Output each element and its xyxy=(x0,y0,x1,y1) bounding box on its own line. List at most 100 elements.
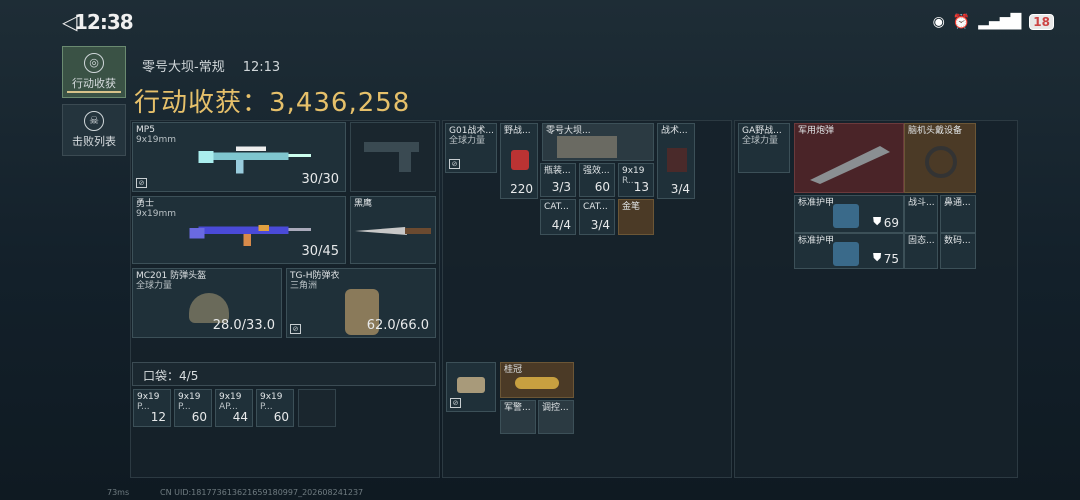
uid: CN UID:181773613621659180997_20260824123… xyxy=(160,488,364,497)
item-sub: 全球力量 xyxy=(742,136,779,146)
pocket-item[interactable]: 9x19 P... 12 xyxy=(133,389,171,427)
item-name: 强效... xyxy=(583,166,610,176)
item-count: 60 xyxy=(594,180,610,194)
tab-kills[interactable]: ☠ 击败列表 xyxy=(62,104,126,156)
item-count: 3/3 xyxy=(551,180,571,194)
shield-icon: ⛊ xyxy=(873,215,882,228)
item-sub: 三角洲 xyxy=(290,281,318,291)
ping: 73ms xyxy=(107,488,130,497)
inventory-item[interactable]: 标准护甲 ⛊ 69 xyxy=(794,195,904,233)
item-count: 4/4 xyxy=(551,218,571,232)
inventory-item[interactable]: 战斗... xyxy=(904,195,938,233)
item-sub: P... xyxy=(178,402,191,412)
clock: 12:38 xyxy=(74,10,134,34)
primary-weapon-slot[interactable]: MP5 9x19mm ⊘ 30/30 xyxy=(132,122,346,192)
item-sub: 全球力量 xyxy=(449,136,486,146)
item-name: 标准护甲 xyxy=(798,198,835,208)
lock-icon: ⊘ xyxy=(136,178,147,188)
inventory-item[interactable]: 数码... xyxy=(940,233,976,269)
case-icon xyxy=(457,377,485,393)
inventory-item[interactable]: CAT... 4/4 xyxy=(540,199,576,235)
inventory-item[interactable]: CAT... 3/4 xyxy=(579,199,615,235)
item-name: 调控... xyxy=(542,403,569,413)
bag-icon xyxy=(667,148,687,172)
pocket-item[interactable]: 9x19 AP... 44 xyxy=(215,389,253,427)
melee-slot[interactable]: 黑鹰 xyxy=(350,196,436,264)
duration: 12:13 xyxy=(242,60,281,75)
status-icons: ◉ ⏰ ▂▄▆█ 18 xyxy=(933,14,1054,30)
item-count: 69 xyxy=(883,216,899,230)
item-name: 军用炮弹 xyxy=(798,126,835,136)
item-count: 220 xyxy=(510,182,533,196)
lock-icon: ⊘ xyxy=(290,324,301,334)
item-name: 固态... xyxy=(908,236,935,246)
pocket-item[interactable]: 9x19 P... 60 xyxy=(174,389,212,427)
pocket-item[interactable]: 9x19 P... 60 xyxy=(256,389,294,427)
item-name: 黑鹰 xyxy=(354,199,373,209)
inventory-item[interactable]: 强效... 60 xyxy=(579,163,615,197)
item-name: CAT... xyxy=(583,202,608,212)
shell-icon xyxy=(810,146,890,184)
inventory-item[interactable]: 9x19 R... 13 xyxy=(618,163,654,197)
skull-icon: ☠ xyxy=(84,111,104,131)
secondary-weapon-slot[interactable]: 勇士 9x19mm 30/45 xyxy=(132,196,346,264)
item-name: 数码... xyxy=(944,236,971,246)
item-count: 13 xyxy=(633,180,649,194)
item-count: 75 xyxy=(883,252,899,266)
inventory-item[interactable]: 桂冠 xyxy=(500,362,574,398)
tab-underline xyxy=(67,91,121,93)
armor-plate-icon xyxy=(833,242,859,266)
chestrig-slot[interactable]: GA野战... 全球力量 xyxy=(738,123,790,173)
item-count: 12 xyxy=(150,410,166,424)
inventory-item[interactable]: 固态... xyxy=(904,233,938,269)
alarm-icon: ⏰ xyxy=(952,14,971,30)
haul-total: 行动收获：3,436,258 xyxy=(134,82,410,119)
item-name: 桂冠 xyxy=(504,365,523,375)
item-name: 脑机头戴设备 xyxy=(908,126,963,136)
armor-slot[interactable]: TG-H防弹衣 三角洲 ⊘ 62.0/66.0 xyxy=(286,268,436,338)
pocket-header: 口袋：4/5 xyxy=(132,362,436,386)
pistol-slot[interactable] xyxy=(350,122,436,192)
item-count: 60 xyxy=(273,410,289,424)
item-count: 3/4 xyxy=(670,182,690,196)
inventory-item[interactable]: 军用炮弹 xyxy=(794,123,904,193)
knife-image xyxy=(355,227,431,235)
ammo-count: 30/30 xyxy=(301,172,339,187)
item-sub: 全球力量 xyxy=(136,281,173,291)
pistol-placeholder-icon xyxy=(364,142,419,172)
backpack-slot[interactable]: G01战术... 全球力量 ⊘ xyxy=(445,123,497,173)
tab-haul-label: 行动收获 xyxy=(72,77,116,90)
item-name: 战斗... xyxy=(908,198,935,208)
inventory-item[interactable]: 零号大坝... xyxy=(542,123,654,161)
item-sub: P... xyxy=(260,402,273,412)
item-count: 44 xyxy=(232,410,248,424)
helmet-slot[interactable]: MC201 防弹头盔 全球力量 28.0/33.0 xyxy=(132,268,282,338)
tab-haul[interactable]: ◎ 行动收获 xyxy=(62,46,126,98)
item-name: 战术... xyxy=(661,126,688,136)
map-name: 零号大坝-常规 xyxy=(142,60,225,75)
pocket-empty-slot[interactable] xyxy=(298,389,336,427)
item-name: 野战... xyxy=(504,126,531,136)
inventory-item[interactable]: ⊘ xyxy=(446,362,496,412)
medkit-icon xyxy=(511,150,529,170)
lock-icon: ⊘ xyxy=(450,398,461,408)
inventory-item[interactable]: 调控... xyxy=(538,400,574,434)
mp5-image xyxy=(198,146,311,174)
signal-icon: ▂▄▆█ xyxy=(978,14,1022,30)
durability: 28.0/33.0 xyxy=(212,318,275,333)
inventory-item[interactable]: 标准护甲 ⛊ 75 xyxy=(794,233,904,269)
armor-plate-icon xyxy=(833,204,859,228)
shield-icon: ⛊ xyxy=(873,251,882,264)
battery-icon: 18 xyxy=(1029,14,1054,30)
inventory-item[interactable]: 野战... 220 xyxy=(500,123,538,199)
lock-icon: ⊘ xyxy=(449,159,460,169)
inventory-item[interactable]: 军警... xyxy=(500,400,536,434)
inventory-item[interactable]: 脑机头戴设备 xyxy=(904,123,976,193)
inventory-item[interactable]: 瓶装... 3/3 xyxy=(540,163,576,197)
item-name: 鼻通... xyxy=(944,198,971,208)
inventory-item[interactable]: 金笔 xyxy=(618,199,654,235)
durability: 62.0/66.0 xyxy=(366,318,429,333)
inventory-item[interactable]: 鼻通... xyxy=(940,195,976,233)
map-item-icon xyxy=(557,136,617,158)
inventory-item[interactable]: 战术... 3/4 xyxy=(657,123,695,199)
